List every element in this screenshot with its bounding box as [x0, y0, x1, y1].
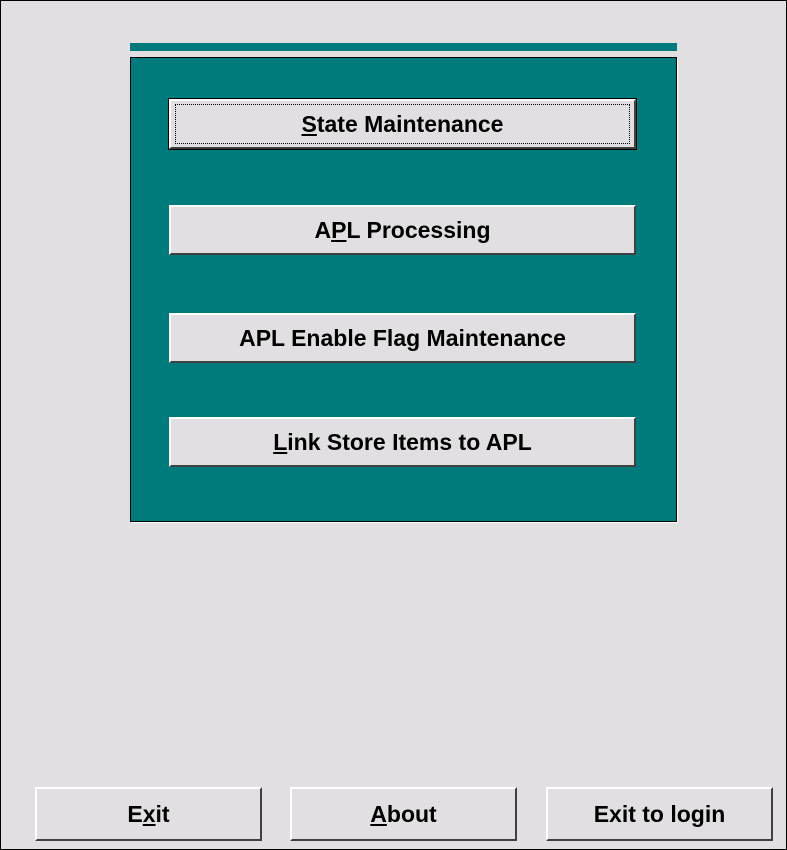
button-label: Exit	[127, 800, 170, 827]
menu-panel: State Maintenance APL Processing APL Ena…	[130, 57, 677, 522]
main-window: State Maintenance APL Processing APL Ena…	[0, 0, 787, 850]
apl-processing-button[interactable]: APL Processing	[169, 205, 636, 255]
button-label: State Maintenance	[301, 110, 504, 137]
about-button[interactable]: About	[290, 787, 517, 841]
exit-to-login-button[interactable]: Exit to login	[546, 787, 773, 841]
state-maintenance-button[interactable]: State Maintenance	[168, 98, 637, 150]
panel-title-strip	[130, 43, 677, 51]
apl-enable-flag-maintenance-button[interactable]: APL Enable Flag Maintenance	[169, 313, 636, 363]
link-store-items-to-apl-button[interactable]: Link Store Items to APL	[169, 417, 636, 467]
button-label: Exit to login	[593, 800, 726, 827]
button-label: APL Enable Flag Maintenance	[239, 324, 566, 351]
exit-button[interactable]: Exit	[35, 787, 262, 841]
button-label: About	[370, 800, 437, 827]
button-label: APL Processing	[314, 216, 491, 243]
button-label: Link Store Items to APL	[273, 428, 532, 455]
